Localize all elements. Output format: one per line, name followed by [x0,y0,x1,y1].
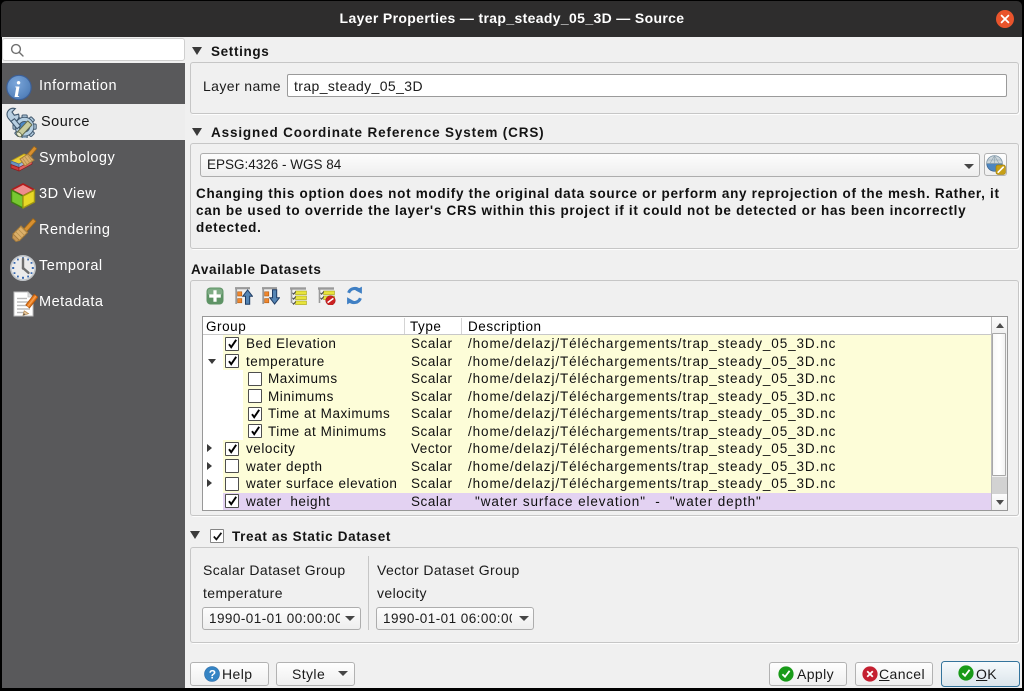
svg-text:i: i [14,77,21,101]
svg-text:?: ? [209,667,216,681]
